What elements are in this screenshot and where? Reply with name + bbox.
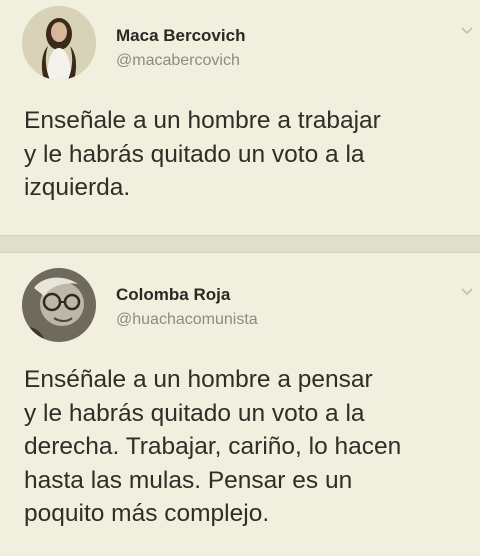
- chevron-down-icon[interactable]: [460, 287, 474, 297]
- chevron-down-icon[interactable]: [460, 26, 474, 36]
- author-name[interactable]: Colomba Roja: [116, 285, 230, 305]
- author-handle[interactable]: @huachacomunista: [116, 311, 258, 329]
- user-photo-icon: [22, 6, 96, 80]
- avatar[interactable]: [22, 268, 96, 342]
- tweet-text: Enseñale a un hombre a trabajar y le hab…: [24, 107, 381, 201]
- author-handle[interactable]: @macabercovich: [116, 52, 240, 70]
- tweet-text: Enséñale a un hombre a pensar y le habrá…: [24, 366, 402, 527]
- user-photo-icon: [22, 268, 96, 342]
- tweet-card[interactable]: Maca Bercovich @macabercovich Enseñale a…: [0, 0, 480, 236]
- avatar[interactable]: [22, 6, 96, 80]
- tweet-separator: [0, 236, 480, 252]
- author-name[interactable]: Maca Bercovich: [116, 26, 245, 46]
